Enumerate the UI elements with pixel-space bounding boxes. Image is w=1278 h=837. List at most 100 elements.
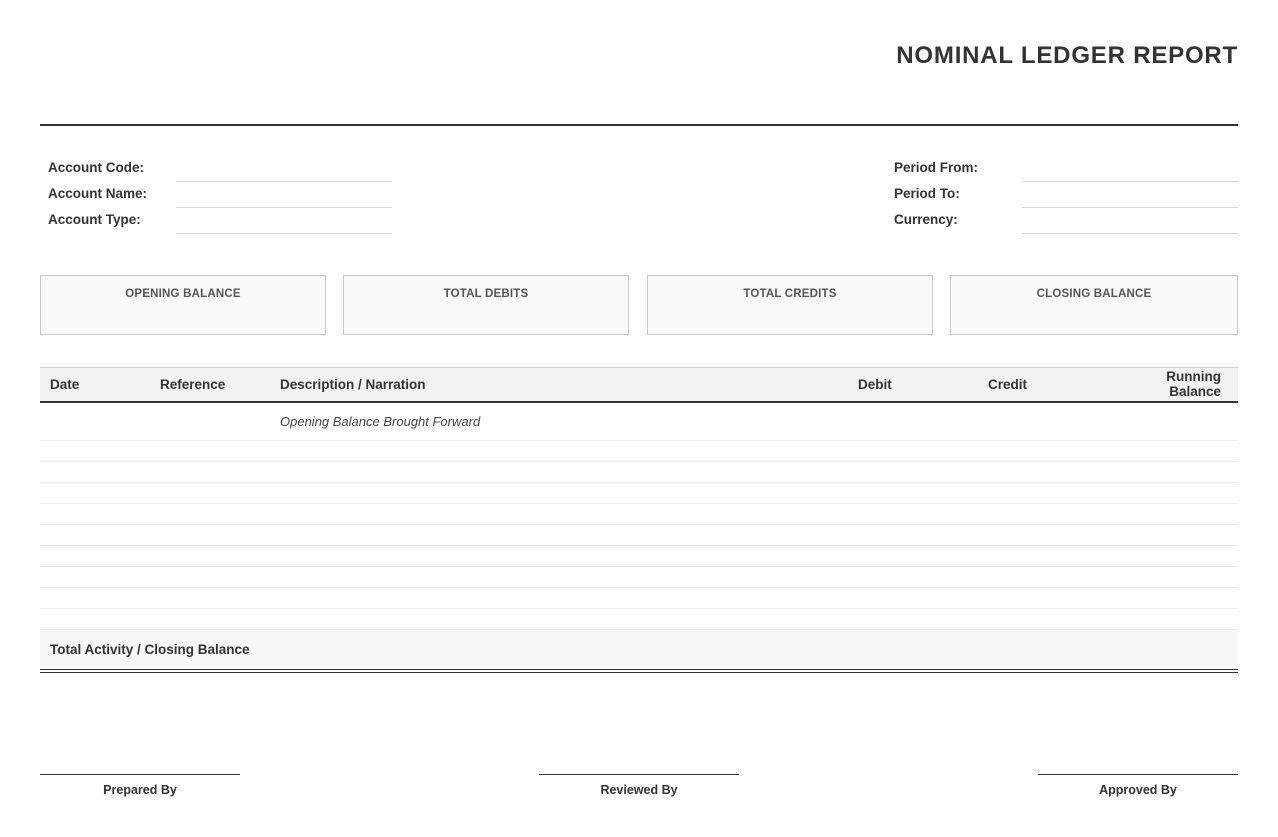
column-header-reference: Reference: [150, 367, 270, 403]
cell-debit[interactable]: [848, 566, 978, 588]
cell-credit[interactable]: [978, 503, 1108, 525]
cell-running-balance[interactable]: [1108, 482, 1238, 504]
cell-running-balance[interactable]: [1108, 608, 1238, 630]
cell-debit[interactable]: [848, 440, 978, 462]
column-header-description: Description / Narration: [270, 367, 848, 403]
cell-credit[interactable]: [978, 461, 1108, 483]
cell-reference[interactable]: [150, 503, 270, 525]
opening-balance-label: OPENING BALANCE: [125, 288, 241, 300]
cell-date[interactable]: [40, 608, 150, 630]
table-row: [40, 545, 1238, 567]
total-credits-box: TOTAL CREDITS: [647, 275, 933, 335]
cell-reference[interactable]: [150, 440, 270, 462]
cell-description[interactable]: [270, 566, 848, 588]
column-header-credit: Credit: [978, 367, 1108, 403]
cell-description[interactable]: [270, 461, 848, 483]
approved-by-signature: Approved By: [1038, 774, 1238, 797]
cell-date[interactable]: [40, 524, 150, 546]
total-label: Total Activity / Closing Balance: [40, 629, 848, 673]
table-row: [40, 482, 1238, 504]
account-name-label: Account Name:: [48, 186, 148, 201]
cell-debit[interactable]: [848, 608, 978, 630]
cell-reference[interactable]: [150, 566, 270, 588]
opening-balance-narration: Opening Balance Brought Forward: [280, 413, 481, 429]
cell-running-balance[interactable]: [1108, 524, 1238, 546]
column-header-debit: Debit: [848, 367, 978, 403]
cell-date[interactable]: [40, 440, 150, 462]
approved-by-label: Approved By: [1099, 783, 1177, 797]
cell-credit[interactable]: [978, 587, 1108, 609]
cell-description[interactable]: [270, 545, 848, 567]
ledger-report-page: NOMINAL LEDGER REPORT Account Code: Acco…: [40, 0, 1238, 837]
cell-credit[interactable]: [978, 401, 1108, 441]
table-row: [40, 440, 1238, 462]
total-row: Total Activity / Closing Balance: [40, 629, 1238, 673]
cell-credit[interactable]: [978, 608, 1108, 630]
cell-description[interactable]: [270, 608, 848, 630]
cell-reference[interactable]: [150, 524, 270, 546]
cell-debit[interactable]: [848, 482, 978, 504]
cell-debit[interactable]: [848, 401, 978, 441]
cell-description[interactable]: [270, 440, 848, 462]
cell-date[interactable]: [40, 482, 150, 504]
period-to-label: Period To:: [894, 186, 960, 201]
prepared-by-label: Prepared By: [103, 783, 177, 797]
closing-balance-label: CLOSING BALANCE: [1036, 288, 1152, 300]
total-debits-box: TOTAL DEBITS: [343, 275, 629, 335]
cell-credit[interactable]: [978, 482, 1108, 504]
cell-debit[interactable]: [848, 524, 978, 546]
cell-description[interactable]: [270, 587, 848, 609]
period-to-field[interactable]: [1022, 182, 1238, 208]
cell-running-balance[interactable]: [1108, 587, 1238, 609]
cell-reference[interactable]: [150, 545, 270, 567]
cell-date[interactable]: [40, 566, 150, 588]
cell-debit[interactable]: [848, 545, 978, 567]
prepared-by-signature: Prepared By: [40, 774, 240, 797]
opening-balance-row: Opening Balance Brought Forward: [40, 401, 1238, 441]
cell-running-balance[interactable]: [1108, 503, 1238, 525]
period-from-field[interactable]: [1022, 156, 1238, 182]
ledger-table: Date Reference Description / Narration D…: [40, 367, 1238, 673]
cell-reference[interactable]: [150, 587, 270, 609]
cell-debit[interactable]: [848, 461, 978, 483]
cell-date[interactable]: [40, 461, 150, 483]
closing-balance-box: CLOSING BALANCE: [950, 275, 1238, 335]
table-row: [40, 503, 1238, 525]
opening-balance-box: OPENING BALANCE: [40, 275, 326, 335]
total-debits-label: TOTAL DEBITS: [443, 288, 529, 300]
cell-running-balance[interactable]: [1108, 545, 1238, 567]
cell-reference[interactable]: [150, 401, 270, 441]
cell-description[interactable]: [270, 503, 848, 525]
total-credit-cell: [978, 629, 1108, 673]
period-from-label: Period From:: [894, 160, 979, 175]
cell-reference[interactable]: [150, 608, 270, 630]
cell-running-balance[interactable]: [1108, 566, 1238, 588]
account-type-field[interactable]: [176, 208, 392, 234]
cell-credit[interactable]: [978, 545, 1108, 567]
cell-credit[interactable]: [978, 566, 1108, 588]
cell-date[interactable]: [40, 545, 150, 567]
cell-credit[interactable]: [978, 524, 1108, 546]
cell-credit[interactable]: [978, 440, 1108, 462]
cell-reference[interactable]: [150, 482, 270, 504]
cell-date[interactable]: [40, 587, 150, 609]
reviewed-by-label: Reviewed By: [600, 783, 678, 797]
cell-running-balance[interactable]: [1108, 461, 1238, 483]
cell-description[interactable]: [270, 524, 848, 546]
cell-debit[interactable]: [848, 503, 978, 525]
report-title: NOMINAL LEDGER REPORT: [896, 42, 1238, 69]
currency-field[interactable]: [1022, 208, 1238, 234]
cell-running-balance[interactable]: [1108, 440, 1238, 462]
cell-debit[interactable]: [848, 587, 978, 609]
cell-description[interactable]: Opening Balance Brought Forward: [270, 401, 848, 441]
cell-date[interactable]: [40, 401, 150, 441]
account-code-field[interactable]: [176, 156, 392, 182]
cell-reference[interactable]: [150, 461, 270, 483]
title-divider: [40, 124, 1238, 126]
cell-running-balance[interactable]: [1108, 401, 1238, 441]
account-type-label: Account Type:: [48, 212, 141, 227]
column-header-date: Date: [40, 367, 150, 403]
account-name-field[interactable]: [176, 182, 392, 208]
cell-date[interactable]: [40, 503, 150, 525]
cell-description[interactable]: [270, 482, 848, 504]
